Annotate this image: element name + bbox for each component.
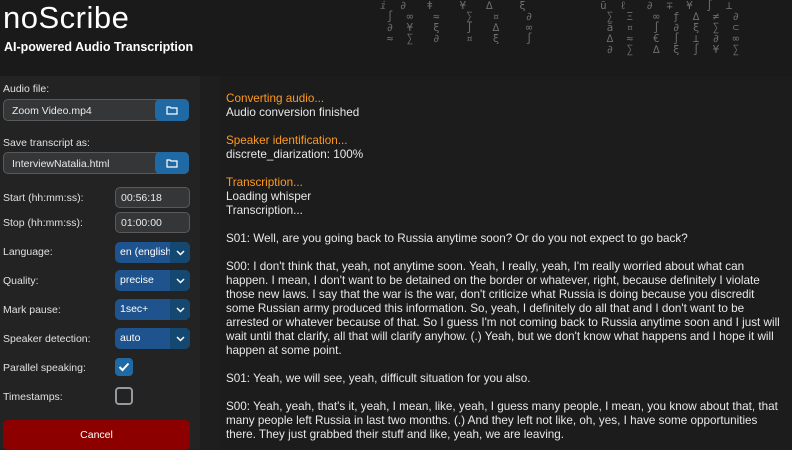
start-time-label: Start (hh:mm:ss):	[3, 192, 84, 204]
timestamps-checkbox[interactable]	[115, 387, 133, 405]
speaker-detection-label: Speaker detection:	[3, 333, 91, 345]
speaker-detection-value: auto	[120, 332, 141, 344]
mark-pause-dropdown[interactable]: 1sec+	[115, 299, 190, 320]
transcript-paragraph: S01: Well, are you going back to Russia …	[226, 232, 688, 245]
timestamps-label: Timestamps:	[3, 391, 63, 403]
cancel-button[interactable]: Cancel	[3, 420, 190, 450]
log-heading-transcription: Transcription...	[226, 176, 303, 189]
save-transcript-label: Save transcript as:	[3, 137, 90, 149]
audio-file-label: Audio file:	[3, 83, 50, 95]
chevron-down-icon[interactable]	[170, 270, 190, 291]
log-heading-converting: Converting audio...	[226, 92, 325, 105]
matrix-background-decoration: ⅈ ∂ ǂ ¥ ∆ ξ ∫ ∞ ≈ ∑ ¤ ∂ ∂ ¥ ξ ∫ ∆ ∞ ≈ ∑ …	[380, 0, 533, 45]
speaker-detection-dropdown[interactable]: auto	[115, 328, 190, 349]
chevron-down-icon[interactable]	[170, 328, 190, 349]
mark-pause-label: Mark pause:	[3, 304, 61, 316]
log-status-converting: Audio conversion finished	[226, 106, 360, 119]
quality-label: Quality:	[3, 275, 39, 287]
transcript-paragraph: S00: Yeah, yeah, that's it, yeah, I mean…	[226, 400, 778, 441]
log-status-transcription-1: Loading whisper	[226, 190, 312, 203]
audio-file-value: Zoom Video.mp4	[12, 105, 92, 117]
parallel-speaking-label: Parallel speaking:	[3, 362, 86, 374]
start-time-value: 00:56:18	[121, 192, 162, 204]
transcript-paragraph: S01: Yeah, we will see, yeah, difficult …	[226, 372, 531, 385]
chevron-down-icon[interactable]	[170, 299, 190, 320]
folder-icon	[166, 159, 178, 168]
checkmark-icon	[118, 362, 130, 372]
save-transcript-field[interactable]: InterviewNatalia.html	[3, 152, 189, 174]
log-heading-speaker: Speaker identification...	[226, 134, 348, 147]
language-dropdown[interactable]: en (english)	[115, 242, 190, 263]
language-label: Language:	[3, 246, 53, 258]
stop-time-value: 01:00:00	[121, 217, 162, 229]
mark-pause-value: 1sec+	[120, 303, 149, 315]
start-time-input[interactable]: 00:56:18	[115, 187, 190, 208]
quality-value: precise	[120, 274, 154, 286]
header-banner: ⅈ ∂ ǂ ¥ ∆ ξ ∫ ∞ ≈ ∑ ¤ ∂ ∂ ¥ ξ ∫ ∆ ∞ ≈ ∑ …	[0, 0, 792, 76]
transcript-log-panel[interactable]: Converting audio... Audio conversion fin…	[220, 76, 792, 449]
matrix-background-decoration-2: ū ℓ ∂ ∓ ¥ ∫ ⊥ ∑ Ξ ∞ ƒ ∆ ≠ ∂ ā ¤ ∫ ∂ ξ ∑ …	[600, 0, 740, 56]
stop-time-label: Stop (hh:mm:ss):	[3, 217, 83, 229]
log-status-transcription-2: Transcription...	[226, 204, 303, 217]
folder-icon	[166, 106, 178, 115]
app-subtitle: AI-powered Audio Transcription	[4, 40, 194, 54]
log-status-speaker: discrete_diarization: 100%	[226, 148, 364, 161]
chevron-down-icon[interactable]	[170, 242, 190, 263]
parallel-speaking-checkbox[interactable]	[115, 358, 133, 376]
app-title: noScribe	[3, 0, 130, 35]
save-transcript-browse-button[interactable]	[155, 152, 189, 174]
quality-dropdown[interactable]: precise	[115, 270, 190, 291]
stop-time-input[interactable]: 01:00:00	[115, 212, 190, 233]
audio-file-browse-button[interactable]	[155, 99, 189, 121]
transcript-paragraph: S00: I don't think that, yeah, not anyti…	[226, 260, 780, 357]
audio-file-field[interactable]: Zoom Video.mp4	[3, 99, 189, 121]
language-value: en (english)	[120, 246, 172, 258]
save-transcript-value: InterviewNatalia.html	[12, 158, 110, 170]
